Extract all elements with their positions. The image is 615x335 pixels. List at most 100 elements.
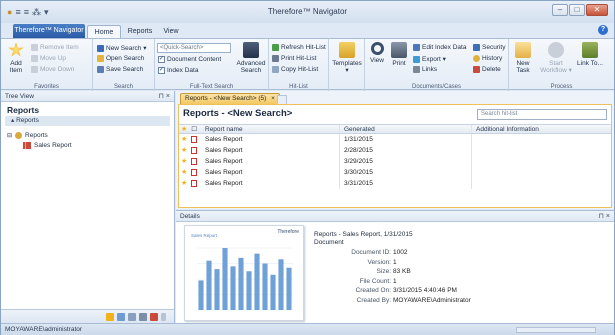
folders-view-icon[interactable]: [117, 312, 125, 321]
advanced-search-label: Advanced Search: [236, 60, 266, 74]
favorite-star-icon[interactable]: ★: [181, 178, 187, 189]
help-icon[interactable]: ?: [598, 25, 608, 35]
index-data-label: Index Data: [167, 67, 199, 74]
checkbox-index-data[interactable]: ✓: [158, 67, 165, 74]
thumbnail-bar: [238, 257, 244, 310]
pdf-icon: [191, 136, 198, 143]
link-to-button[interactable]: Link To...: [577, 42, 603, 67]
favorite-star-icon[interactable]: ★: [181, 134, 187, 145]
quick-search-input[interactable]: <Quick-Search>: [157, 43, 231, 53]
start-workflow-label: Start Workflow ▾: [540, 60, 572, 74]
table-row[interactable]: ★ Sales Report 1/31/2015: [179, 134, 611, 145]
table-row[interactable]: ★ Sales Report 3/30/2015: [179, 167, 611, 178]
document-content-checkbox[interactable]: ✓ Document Content: [158, 56, 221, 63]
tab-home[interactable]: Home: [87, 25, 121, 38]
reports-view-icon[interactable]: [150, 312, 158, 321]
hitlist-title: Reports - <New Search>: [183, 108, 293, 119]
document-area: Reports - <New Search> (5) × Reports - <…: [176, 91, 614, 209]
tree-view-category[interactable]: ▴ Reports: [5, 116, 170, 126]
column-additional-info[interactable]: Additional Information: [471, 125, 611, 133]
tab-reports[interactable]: Reports: [123, 25, 157, 38]
thumbnail-logo: Therefore: [277, 229, 299, 235]
new-search-button[interactable]: New Search ▾: [97, 44, 146, 52]
favorite-star-icon[interactable]: ★: [181, 156, 187, 167]
templates-button[interactable]: Templates ▾: [331, 42, 363, 74]
move-up-button[interactable]: Move Up: [31, 55, 66, 62]
group-documents: View Print Edit Index Data Export ▾ Link…: [365, 39, 509, 91]
thumbnail-bar: [222, 248, 228, 310]
column-generated[interactable]: Generated: [339, 125, 471, 133]
copy-hitlist-button[interactable]: Copy Hit-List: [272, 66, 318, 73]
thumbnail-chart: [197, 247, 293, 311]
column-report-name[interactable]: Report name: [203, 125, 339, 133]
document-thumbnail[interactable]: Therefore Sales Report: [184, 225, 304, 321]
refresh-hitlist-button[interactable]: Refresh Hit-List: [272, 44, 326, 51]
details-header: Details ⊓ ×: [176, 211, 614, 222]
print-button[interactable]: Print: [389, 42, 409, 67]
remove-item-button[interactable]: Remove Item: [31, 44, 79, 51]
fulltext-group-label: Full-Text Search: [189, 84, 234, 90]
cases-view-icon[interactable]: [139, 312, 147, 321]
minimize-button[interactable]: –: [552, 4, 568, 16]
tree-item-sales-report[interactable]: Sales Report: [7, 140, 168, 150]
print-hitlist-button[interactable]: Print Hit-List: [272, 55, 316, 62]
links-icon: [413, 66, 420, 73]
app-menu-button[interactable]: Therefore™ Navigator: [13, 24, 85, 38]
info-column-icon[interactable]: ☐: [191, 125, 197, 134]
open-search-button[interactable]: Open Search: [97, 55, 144, 62]
details-pane-controls[interactable]: ⊓ ×: [599, 211, 611, 222]
view-button[interactable]: View: [367, 42, 387, 64]
search-view-icon[interactable]: [128, 312, 136, 321]
favorite-star-icon[interactable]: ★: [181, 167, 187, 178]
cell-additional: [471, 145, 611, 156]
report-chart-icon: [23, 141, 31, 149]
delete-button[interactable]: Delete: [473, 66, 501, 73]
favorite-column-icon[interactable]: ★: [181, 125, 187, 134]
edit-index-data-button[interactable]: Edit Index Data: [413, 44, 466, 51]
links-button[interactable]: Links: [413, 66, 437, 73]
new-tab-button[interactable]: [277, 95, 287, 104]
documents-group-label: Documents/Cases: [411, 84, 462, 90]
more-views-icon[interactable]: [161, 312, 166, 321]
thumbnail-title: Sales Report: [191, 233, 218, 238]
cell-generated: 3/31/2015: [339, 178, 471, 189]
export-button[interactable]: Export ▾: [413, 55, 446, 63]
status-zoom-slider[interactable]: [516, 327, 596, 333]
close-button[interactable]: ✕: [586, 4, 608, 16]
hitlist-search-input[interactable]: Search hit-list: [477, 109, 607, 120]
save-search-button[interactable]: Save Search: [97, 66, 143, 73]
index-data-checkbox[interactable]: ✓ Index Data: [158, 67, 198, 74]
thumbnail-bar: [206, 260, 212, 310]
row-icons: ★: [179, 178, 203, 189]
tree-view-footer: [1, 309, 174, 323]
checkbox-document-content[interactable]: ✓: [158, 56, 165, 63]
pdf-icon: [191, 158, 198, 165]
table-row[interactable]: ★ Sales Report 3/31/2015: [179, 178, 611, 189]
cell-generated: 2/28/2015: [339, 145, 471, 156]
move-down-button[interactable]: Move Down: [31, 66, 74, 73]
tab-view[interactable]: View: [159, 25, 183, 38]
tree-item-reports[interactable]: ⊟ Reports: [7, 130, 168, 140]
favorite-star-icon[interactable]: ★: [181, 145, 187, 156]
history-button[interactable]: History: [473, 55, 502, 62]
thumbnail-bar: [286, 267, 292, 310]
pane-controls[interactable]: ⊓ ×: [159, 91, 171, 102]
security-button[interactable]: Security: [473, 44, 505, 51]
copy-hitlist-label: Copy Hit-List: [281, 66, 319, 73]
maximize-button[interactable]: □: [569, 4, 585, 16]
tree-view-title: Reports: [7, 105, 40, 115]
favorites-view-icon[interactable]: [106, 312, 114, 321]
start-workflow-button[interactable]: Start Workflow ▾: [539, 42, 573, 74]
star-add-icon: [8, 42, 24, 57]
table-row[interactable]: ★ Sales Report 2/28/2015: [179, 145, 611, 156]
document-content-label: Document Content: [167, 56, 222, 63]
add-item-button[interactable]: Add Item: [5, 42, 27, 74]
tab-close-icon[interactable]: ×: [271, 95, 275, 102]
table-row[interactable]: ★ Sales Report 3/29/2015: [179, 156, 611, 167]
hitlist-tab[interactable]: Reports - <New Search> (5) ×: [180, 93, 280, 104]
collapse-icon[interactable]: ⊟: [7, 132, 12, 139]
advanced-search-button[interactable]: Advanced Search: [235, 42, 267, 74]
cell-report-name: Sales Report: [205, 169, 243, 176]
property-key: Size:: [376, 268, 391, 275]
new-task-button[interactable]: New Task: [511, 42, 535, 74]
